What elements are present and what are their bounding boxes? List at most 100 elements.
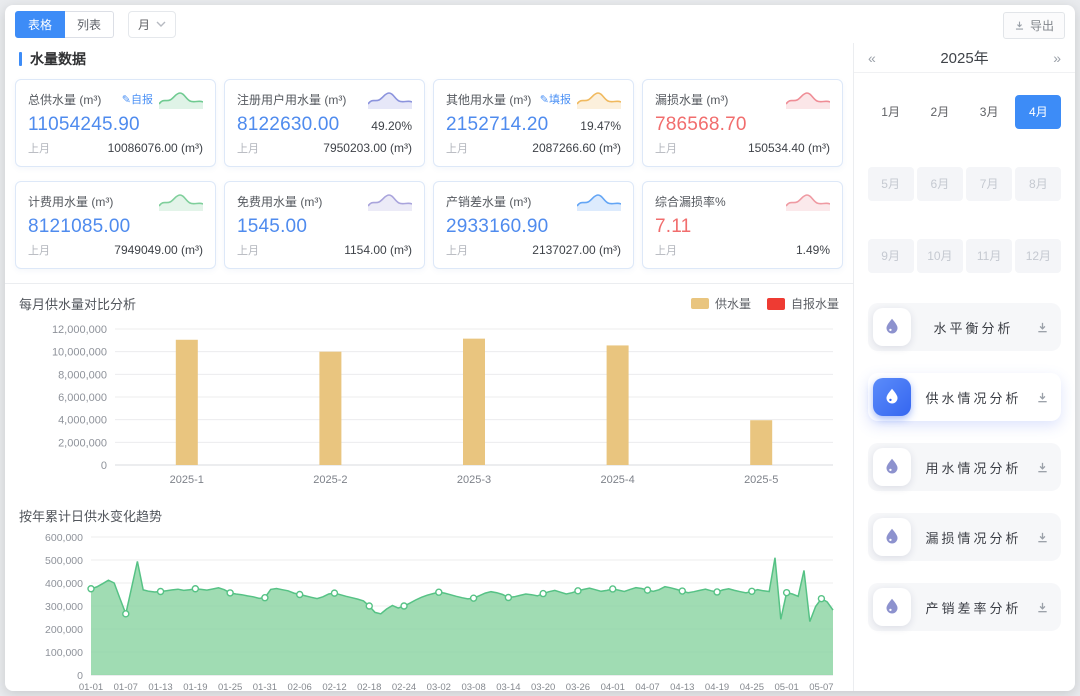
next-year-button[interactable]: » xyxy=(1051,50,1063,66)
legend-self-report: 自报水量 xyxy=(767,295,839,312)
self-report-link[interactable]: ✎自报 xyxy=(122,91,153,107)
download-icon[interactable] xyxy=(1036,601,1049,614)
edit-icon: ✎ xyxy=(122,94,131,106)
card-title: 注册用户用水量 (m³) xyxy=(237,91,368,108)
sparkline-icon xyxy=(159,191,203,211)
svg-text:2025-4: 2025-4 xyxy=(600,474,634,486)
page-title: 水量数据 xyxy=(30,49,86,69)
svg-text:2025-5: 2025-5 xyxy=(744,474,778,486)
card-value: 786568.70 xyxy=(655,114,747,136)
card-total-supply: 总供水量 (m³) ✎自报 11054245.90 上月 10086076.00… xyxy=(15,79,216,167)
svg-text:2025-3: 2025-3 xyxy=(457,474,491,486)
svg-text:02-06: 02-06 xyxy=(288,682,312,691)
month-aug: 8月 xyxy=(1015,167,1061,201)
svg-text:01-19: 01-19 xyxy=(183,682,207,691)
download-icon[interactable] xyxy=(1036,321,1049,334)
water-drop-icon xyxy=(873,518,911,556)
download-icon[interactable] xyxy=(1036,531,1049,544)
main-panel: 水量数据 总供水量 (m³) ✎自报 11054245.90 上月 100860… xyxy=(5,43,853,691)
month-dec: 12月 xyxy=(1015,239,1061,273)
analysis-label: 供水情况分析 xyxy=(911,388,1036,407)
card-value: 11054245.90 xyxy=(28,114,140,136)
analysis-item-water-balance[interactable]: 水平衡分析 xyxy=(868,303,1061,351)
download-icon xyxy=(1014,20,1025,31)
period-dropdown[interactable]: 月 xyxy=(128,11,176,38)
sparkline-icon xyxy=(786,89,830,109)
svg-text:400,000: 400,000 xyxy=(45,578,83,590)
month-sep: 9月 xyxy=(868,239,914,273)
legend-label: 供水量 xyxy=(715,295,751,312)
card-registered-usage: 注册用户用水量 (m³) 8122630.00 49.20% 上月 795020… xyxy=(224,79,425,167)
prev-month-value: 1154.00 (m³) xyxy=(344,243,412,257)
area-chart: 0100,000200,000300,000400,000500,000600,… xyxy=(15,527,843,691)
card-percent: 19.47% xyxy=(580,119,621,133)
prev-month-label: 上月 xyxy=(237,140,259,156)
water-drop-icon xyxy=(873,308,911,346)
svg-text:2,000,000: 2,000,000 xyxy=(58,437,107,449)
svg-text:01-31: 01-31 xyxy=(253,682,277,691)
svg-text:600,000: 600,000 xyxy=(45,532,83,544)
svg-text:12,000,000: 12,000,000 xyxy=(52,324,107,336)
calendar-year: 2025年 xyxy=(940,47,988,68)
month-nov: 11月 xyxy=(966,239,1012,273)
svg-text:03-02: 03-02 xyxy=(427,682,451,691)
card-nonrevenue-water: 产销差水量 (m³) 2933160.90 上月 2137027.00 (m³) xyxy=(433,181,634,269)
link-label: 填报 xyxy=(549,94,571,106)
month-jun: 6月 xyxy=(917,167,963,201)
card-title: 其他用水量 (m³) xyxy=(446,91,540,108)
sparkline-icon xyxy=(159,89,203,109)
monthly-supply-chart-block: 每月供水量对比分析 供水量 自报水量 02,000,0004,000,0006,… xyxy=(5,284,853,496)
section-header: 水量数据 xyxy=(5,43,853,79)
water-drop-icon xyxy=(873,588,911,626)
analysis-item-usage-situation[interactable]: 用水情况分析 xyxy=(868,443,1061,491)
prev-month-value: 2087266.60 (m³) xyxy=(532,141,621,155)
analysis-label: 漏损情况分析 xyxy=(911,528,1036,547)
download-icon[interactable] xyxy=(1036,391,1049,404)
svg-text:05-01: 05-01 xyxy=(774,682,798,691)
svg-text:04-07: 04-07 xyxy=(635,682,659,691)
tab-list[interactable]: 列表 xyxy=(65,11,114,38)
svg-text:500,000: 500,000 xyxy=(45,555,83,567)
card-title: 漏损水量 (m³) xyxy=(655,91,786,108)
tab-table[interactable]: 表格 xyxy=(15,11,65,38)
analysis-item-nrw-rate[interactable]: 产销差率分析 xyxy=(868,583,1061,631)
card-value: 1545.00 xyxy=(237,216,307,238)
card-title: 总供水量 (m³) xyxy=(28,91,122,108)
svg-text:05-07: 05-07 xyxy=(809,682,833,691)
month-feb[interactable]: 2月 xyxy=(917,95,963,129)
bar-chart-title: 每月供水量对比分析 xyxy=(19,294,136,313)
link-label: 自报 xyxy=(131,94,153,106)
month-oct: 10月 xyxy=(917,239,963,273)
sparkline-icon xyxy=(368,89,412,109)
svg-text:03-26: 03-26 xyxy=(566,682,590,691)
prev-month-value: 150534.40 (m³) xyxy=(748,141,830,155)
month-jul: 7月 xyxy=(966,167,1012,201)
area-chart-title: 按年累计日供水变化趋势 xyxy=(19,506,162,525)
svg-text:6,000,000: 6,000,000 xyxy=(58,392,107,404)
analysis-item-leakage-situation[interactable]: 漏损情况分析 xyxy=(868,513,1061,561)
prev-month-label: 上月 xyxy=(655,242,677,258)
svg-text:04-25: 04-25 xyxy=(740,682,764,691)
svg-text:4,000,000: 4,000,000 xyxy=(58,415,107,427)
fill-report-link[interactable]: ✎填报 xyxy=(540,91,571,107)
card-percent: 49.20% xyxy=(371,119,412,133)
analysis-item-supply-situation[interactable]: 供水情况分析 xyxy=(868,373,1061,421)
card-title: 产销差水量 (m³) xyxy=(446,193,577,210)
export-button[interactable]: 导出 xyxy=(1003,12,1065,39)
analysis-label: 产销差率分析 xyxy=(911,598,1036,617)
prev-month-value: 7950203.00 (m³) xyxy=(323,141,412,155)
svg-text:100,000: 100,000 xyxy=(45,647,83,659)
svg-text:03-14: 03-14 xyxy=(496,682,520,691)
month-apr[interactable]: 4月 xyxy=(1015,95,1061,129)
svg-text:200,000: 200,000 xyxy=(45,624,83,636)
download-icon[interactable] xyxy=(1036,461,1049,474)
prev-month-label: 上月 xyxy=(28,140,50,156)
card-value: 7.11 xyxy=(655,216,691,238)
analysis-list: 水平衡分析 供水情况分析 用水情况分析 漏损情况分析 xyxy=(854,303,1075,631)
stat-cards: 总供水量 (m³) ✎自报 11054245.90 上月 10086076.00… xyxy=(5,79,853,269)
prev-month-value: 1.49% xyxy=(796,243,830,257)
month-mar[interactable]: 3月 xyxy=(966,95,1012,129)
month-jan[interactable]: 1月 xyxy=(868,95,914,129)
prev-year-button[interactable]: « xyxy=(866,50,878,66)
water-drop-icon xyxy=(873,378,911,416)
